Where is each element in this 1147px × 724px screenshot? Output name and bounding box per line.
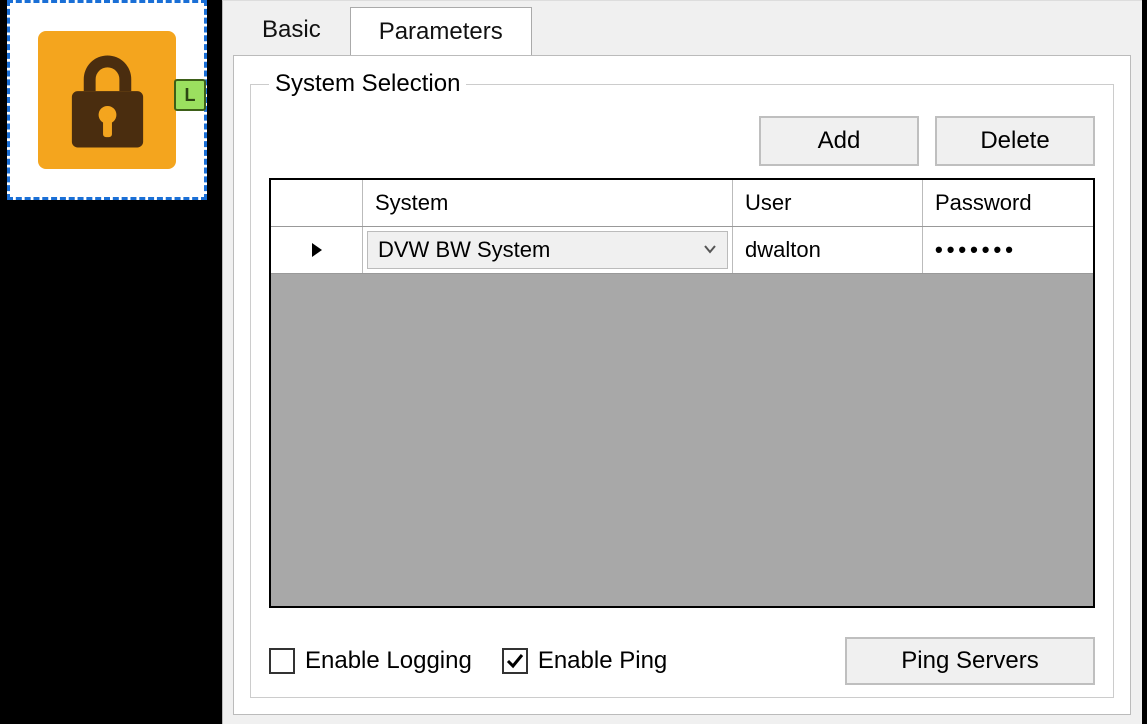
system-selection-legend: System Selection (269, 70, 466, 98)
workflow-node[interactable]: L (7, 0, 207, 200)
grid-empty-area[interactable] (271, 274, 1093, 606)
table-row[interactable]: DVW BW System dwalton ••••••• (271, 227, 1093, 274)
tab-bar: Basic Parameters (223, 1, 1142, 55)
ping-servers-button[interactable]: Ping Servers (845, 637, 1095, 685)
enable-ping-box (502, 648, 528, 674)
enable-logging-label: Enable Logging (305, 647, 472, 675)
enable-logging-box (269, 648, 295, 674)
chevron-down-icon (703, 240, 717, 261)
tab-content-parameters: System Selection Add Delete System User … (233, 55, 1131, 715)
row-selector[interactable] (271, 227, 363, 273)
grid-header-user[interactable]: User (733, 180, 923, 226)
delete-button[interactable]: Delete (935, 116, 1095, 166)
grid-header-row: System User Password (271, 180, 1093, 227)
grid-header-password[interactable]: Password (923, 180, 1093, 226)
delete-button-label: Delete (980, 127, 1049, 155)
system-dropdown-value: DVW BW System (378, 237, 550, 263)
bottom-controls: Enable Logging Enable Ping Ping Servers (269, 637, 1095, 685)
row-caret-icon (309, 242, 325, 258)
add-button-label: Add (818, 127, 861, 155)
password-cell[interactable]: ••••••• (923, 227, 1093, 273)
password-value: ••••••• (935, 237, 1017, 263)
output-port-label: L (185, 85, 196, 106)
properties-panel: Basic Parameters System Selection Add De… (222, 0, 1142, 724)
grid-header-system[interactable]: System (363, 180, 733, 226)
tab-basic[interactable]: Basic (233, 5, 350, 55)
lock-icon (60, 45, 155, 155)
grid-header-handle (271, 180, 363, 226)
user-value: dwalton (745, 237, 821, 263)
output-port[interactable]: L (174, 79, 206, 111)
user-cell[interactable]: dwalton (733, 227, 923, 273)
enable-ping-label: Enable Ping (538, 647, 667, 675)
enable-logging-checkbox[interactable]: Enable Logging (269, 647, 472, 675)
lock-icon-tile: L (38, 31, 176, 169)
tab-basic-label: Basic (262, 16, 321, 43)
ping-servers-label: Ping Servers (901, 647, 1038, 675)
checkbox-group: Enable Logging Enable Ping (269, 647, 667, 675)
enable-ping-checkbox[interactable]: Enable Ping (502, 647, 667, 675)
system-selection-group: System Selection Add Delete System User … (250, 70, 1114, 698)
tab-parameters-label: Parameters (379, 18, 503, 45)
add-button[interactable]: Add (759, 116, 919, 166)
system-grid: System User Password DVW BW System (269, 178, 1095, 608)
grid-button-row: Add Delete (269, 116, 1095, 166)
system-dropdown[interactable]: DVW BW System (367, 231, 728, 269)
tab-parameters[interactable]: Parameters (350, 7, 532, 56)
